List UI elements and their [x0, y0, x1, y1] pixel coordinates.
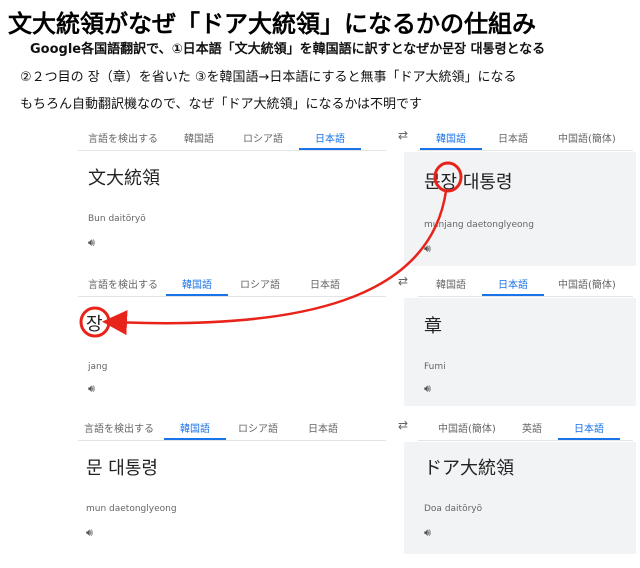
speaker-icon[interactable]: 🔊︎	[424, 382, 431, 396]
speaker-icon[interactable]: 🔊︎	[88, 236, 95, 250]
source-romanization: jang	[88, 362, 108, 372]
translation-romanization: munjang daetonglyeong	[424, 220, 534, 230]
tab-russian[interactable]: ロシア語	[238, 420, 278, 435]
tab-chinese-simplified[interactable]: 中国語(簡体)	[558, 130, 616, 145]
target-language-bar: 韓国語 日本語 中国語(簡体)	[418, 124, 633, 151]
tab-russian[interactable]: ロシア語	[243, 130, 283, 145]
speaker-icon[interactable]: 🔊︎	[86, 526, 93, 540]
tab-japanese[interactable]: 日本語	[310, 276, 340, 291]
translation-pane: 章 Fumi 🔊︎	[404, 298, 636, 406]
tab-chinese-simplified[interactable]: 中国語(簡体)	[558, 276, 616, 291]
explanation-line-1: Google各国語翻訳で、①日本語「文大統領」を韓国語に訳すとなぜか문장 대통령…	[30, 42, 546, 57]
source-language-bar: 言語を検出する 韓国語 ロシア語 日本語	[78, 414, 386, 441]
translation-pane: 문장 대통령 munjang daetonglyeong 🔊︎	[404, 152, 636, 266]
tab-japanese[interactable]: 日本語	[558, 420, 620, 440]
tab-russian[interactable]: ロシア語	[240, 276, 280, 291]
tab-japanese[interactable]: 日本語	[308, 420, 338, 435]
swap-arrows-icon[interactable]: ⇄	[398, 128, 408, 142]
highlighted-word: 문장	[424, 172, 458, 193]
speaker-icon[interactable]: 🔊︎	[424, 526, 431, 540]
translation-romanization: Doa daitōryō	[424, 504, 483, 514]
tab-japanese[interactable]: 日本語	[482, 276, 544, 296]
source-romanization: mun daetonglyeong	[86, 504, 177, 514]
tab-detect-language[interactable]: 言語を検出する	[84, 420, 154, 435]
tab-korean[interactable]: 韓国語	[420, 130, 482, 150]
translation-text: 章	[424, 316, 442, 337]
source-language-bar: 言語を検出する 韓国語 ロシア語 日本語	[78, 124, 386, 151]
tab-korean[interactable]: 韓国語	[436, 276, 466, 291]
swap-arrows-icon[interactable]: ⇄	[398, 418, 408, 432]
translation-text: ドア大統領	[424, 458, 514, 479]
explanation-line-2: ②２つ目の 장（章）を省いた ③を韓国語→日本語にすると無事「ドア大統領」になる	[20, 70, 517, 85]
source-text[interactable]: 문 대통령	[86, 454, 158, 480]
translation-rest: 대통령	[462, 172, 513, 193]
source-pane: 文大統領 Bun daitōryō 🔊︎	[78, 152, 404, 266]
source-language-bar: 言語を検出する 韓国語 ロシア語 日本語	[78, 270, 386, 297]
source-pane: 장 jang 🔊︎	[78, 298, 404, 406]
tab-japanese[interactable]: 日本語	[498, 130, 528, 145]
source-text[interactable]: 文大統領	[88, 164, 160, 190]
translation-text: 문장 대통령	[424, 168, 513, 194]
explanation-line-3: もちろん自動翻訳機なので、なぜ「ドア大統領」になるかは不明です	[20, 97, 422, 112]
target-language-bar: 韓国語 日本語 中国語(簡体)	[418, 270, 633, 297]
tab-japanese[interactable]: 日本語	[299, 130, 361, 150]
source-romanization: Bun daitōryō	[88, 214, 146, 224]
tab-korean[interactable]: 韓国語	[184, 130, 214, 145]
tab-korean[interactable]: 韓国語	[166, 276, 228, 296]
tab-detect-language[interactable]: 言語を検出する	[88, 130, 158, 145]
tab-english[interactable]: 英語	[522, 420, 542, 435]
source-text[interactable]: 장	[86, 310, 103, 336]
tab-detect-language[interactable]: 言語を検出する	[88, 276, 158, 291]
speaker-icon[interactable]: 🔊︎	[424, 242, 431, 256]
translation-pane: ドア大統領 Doa daitōryō 🔊︎	[404, 442, 636, 554]
tab-chinese-simplified[interactable]: 中国語(簡体)	[438, 420, 496, 435]
swap-arrows-icon[interactable]: ⇄	[398, 274, 408, 288]
speaker-icon[interactable]: 🔊︎	[88, 382, 95, 396]
page-title: 文大統領がなぜ「ドア大統領」になるかの仕組み	[8, 10, 536, 38]
target-language-bar: 中国語(簡体) 英語 日本語	[418, 414, 633, 441]
tab-korean[interactable]: 韓国語	[164, 420, 226, 440]
translation-romanization: Fumi	[424, 362, 446, 372]
source-pane: 문 대통령 mun daetonglyeong 🔊︎	[78, 442, 404, 554]
